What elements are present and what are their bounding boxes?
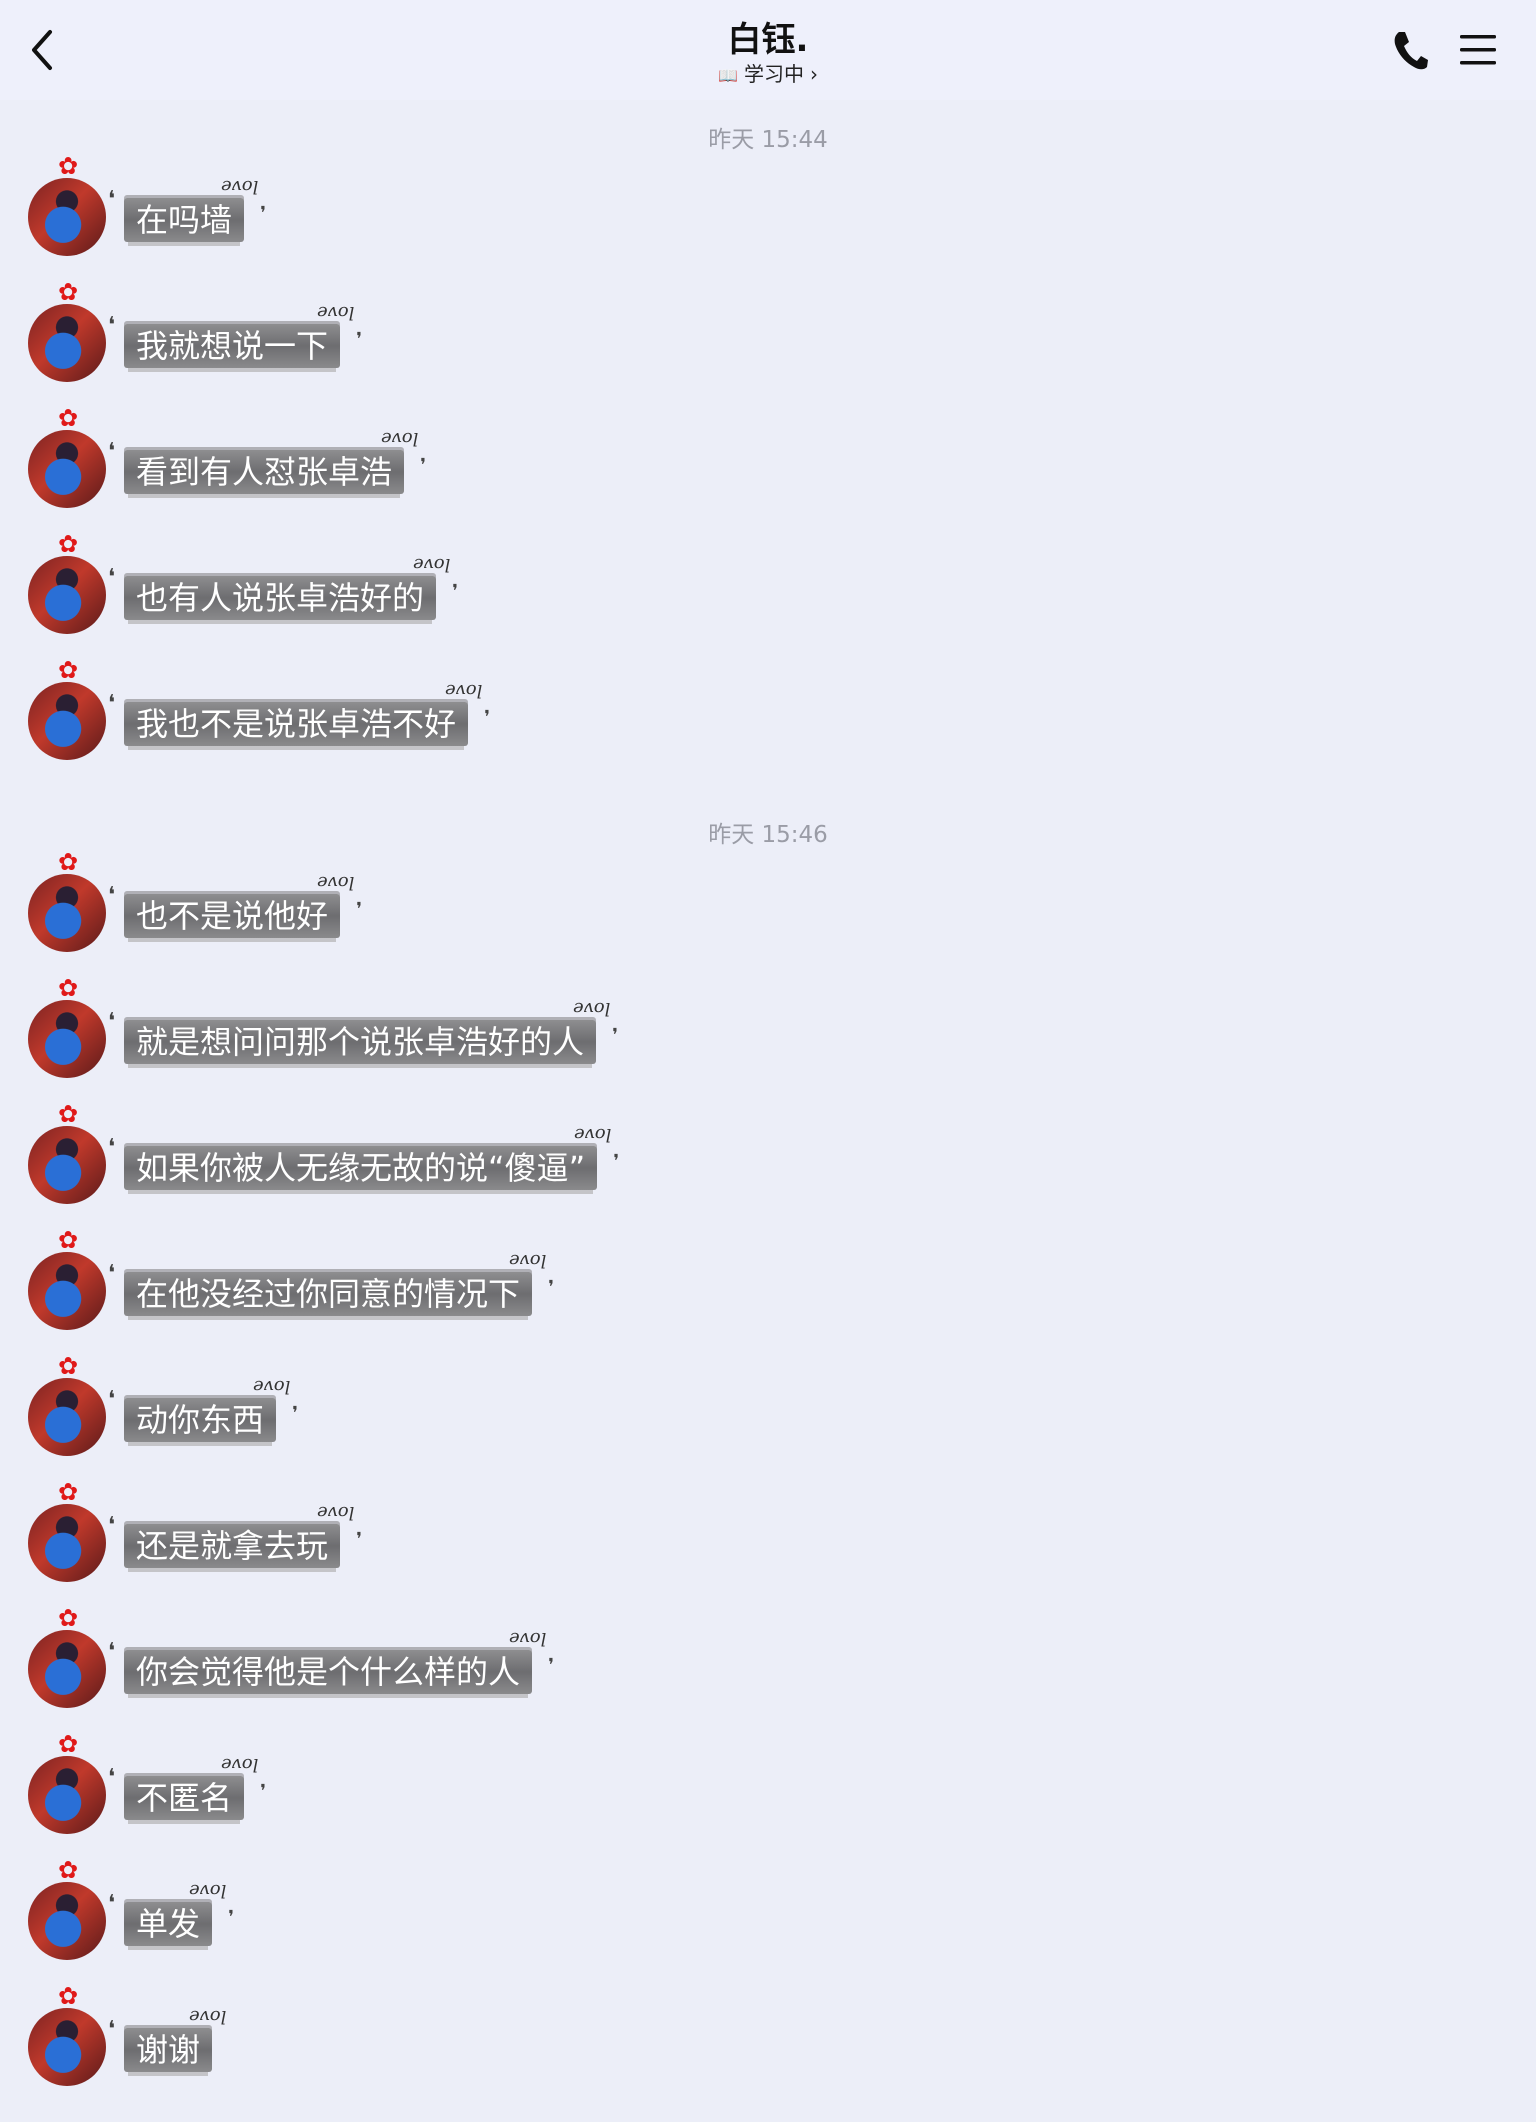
love-decoration: love [316,1502,355,1523]
message-text: 如果你被人无缘无故的说“傻逼” [136,1149,586,1187]
avatar[interactable] [28,682,106,760]
avatar[interactable] [28,1630,106,1708]
message-text: 我就想说一下 [136,327,329,365]
flower-icon: ✿ [58,1982,79,2010]
status-text: 学习中 [743,62,804,86]
love-decoration: love [316,302,355,323]
flower-icon: ✿ [58,1226,79,1254]
message-row: ✿ ❛ 动你东西 love ❜ [24,1352,924,1456]
message-bubble[interactable]: ❛ 动你东西 love ❜ [108,1376,298,1442]
message-bubble[interactable]: ❛ 谢谢 love [108,2006,226,2072]
message-bubble[interactable]: ❛ 我也不是说张卓浩不好 love ❜ [108,680,490,746]
message-row: ✿ ❛ 看到有人怼张卓浩 love ❜ [24,404,924,508]
love-decoration: love [188,1880,227,1901]
menu-icon[interactable] [1458,30,1498,70]
flower-icon: ✿ [58,656,79,684]
flower-icon: ✿ [58,848,79,876]
flower-icon: ✿ [58,152,79,180]
love-decoration: love [573,1124,612,1145]
flower-icon: ✿ [58,1856,79,1884]
message-text: 你会觉得他是个什么样的人 [136,1653,521,1691]
love-decoration: love [220,176,259,197]
love-decoration: love [316,872,355,893]
avatar[interactable] [28,1756,106,1834]
message-text: 在他没经过你同意的情况下 [136,1275,521,1313]
message-text: 也有人说张卓浩好的 [136,579,425,617]
avatar[interactable] [28,1882,106,1960]
message-bubble[interactable]: ❛ 也有人说张卓浩好的 love ❜ [108,554,458,620]
avatar[interactable] [28,1504,106,1582]
message-row: ✿ ❛ 如果你被人无缘无故的说“傻逼” love ❜ [24,1100,924,1204]
love-decoration: love [572,998,611,1019]
message-bubble[interactable]: ❛ 就是想问问那个说张卓浩好的人 love ❜ [108,998,618,1064]
avatar[interactable] [28,874,106,952]
message-bubble[interactable]: ❛ 还是就拿去玩 love ❜ [108,1502,362,1568]
message-row: ✿ ❛ 也不是说他好 love ❜ [24,848,924,952]
message-row: ✿ ❛ 谢谢 love [24,1982,924,2086]
flower-icon: ✿ [58,1730,79,1758]
message-row: ✿ ❛ 不匿名 love ❜ [24,1730,924,1834]
message-row: ✿ ❛ 也有人说张卓浩好的 love ❜ [24,530,924,634]
love-decoration: love [412,554,451,575]
flower-icon: ✿ [58,1100,79,1128]
message-bubble[interactable]: ❛ 我就想说一下 love ❜ [108,302,362,368]
message-row: ✿ ❛ 你会觉得他是个什么样的人 love ❜ [24,1604,924,1708]
phone-icon[interactable] [1390,28,1430,72]
message-row: ✿ ❛ 还是就拿去玩 love ❜ [24,1478,924,1582]
message-row: ✿ ❛ 我就想说一下 love ❜ [24,278,924,382]
message-row: ✿ ❛ 单发 love ❜ [24,1856,924,1960]
message-row: ✿ ❛ 在吗墙 love ❜ [24,152,924,256]
love-decoration: love [188,2006,227,2027]
message-bubble[interactable]: ❛ 你会觉得他是个什么样的人 love ❜ [108,1628,554,1694]
message-row: ✿ ❛ 就是想问问那个说张卓浩好的人 love ❜ [24,974,924,1078]
message-text: 还是就拿去玩 [136,1527,329,1565]
message-bubble[interactable]: ❛ 在他没经过你同意的情况下 love ❜ [108,1250,554,1316]
love-decoration: love [508,1628,547,1649]
contact-status[interactable]: 📖 学习中 › [0,58,1536,87]
contact-name[interactable]: 白钰. [0,12,1536,61]
love-decoration: love [380,428,419,449]
message-text: 看到有人怼张卓浩 [136,453,393,491]
message-row: ✿ ❛ 我也不是说张卓浩不好 love ❜ [24,656,924,760]
avatar[interactable] [28,1378,106,1456]
avatar[interactable] [28,430,106,508]
message-text: 不匿名 [136,1779,233,1817]
flower-icon: ✿ [58,1352,79,1380]
timestamp: 昨天 15:46 [708,822,828,848]
avatar[interactable] [28,1000,106,1078]
message-text: 动你东西 [136,1401,265,1439]
avatar[interactable] [28,556,106,634]
message-bubble[interactable]: ❛ 不匿名 love ❜ [108,1754,266,1820]
message-bubble[interactable]: ❛ 看到有人怼张卓浩 love ❜ [108,428,426,494]
message-row: ✿ ❛ 在他没经过你同意的情况下 love ❜ [24,1226,924,1330]
timestamp: 昨天 15:44 [708,127,828,153]
love-decoration: love [252,1376,291,1397]
love-decoration: love [508,1250,547,1271]
chat-header: 白钰. 📖 学习中 › [0,0,1536,100]
love-decoration: love [220,1754,259,1775]
message-text: 在吗墙 [136,201,233,239]
flower-icon: ✿ [58,1604,79,1632]
avatar[interactable] [28,1252,106,1330]
avatar[interactable] [28,178,106,256]
message-bubble[interactable]: ❛ 在吗墙 love ❜ [108,176,266,242]
flower-icon: ✿ [58,530,79,558]
chevron-right-icon: › [809,62,818,86]
message-bubble[interactable]: ❛ 也不是说他好 love ❜ [108,872,362,938]
avatar[interactable] [28,1126,106,1204]
avatar[interactable] [28,304,106,382]
message-text: 我也不是说张卓浩不好 [136,705,457,743]
message-text: 就是想问问那个说张卓浩好的人 [136,1023,585,1061]
book-icon: 📖 [718,66,738,85]
flower-icon: ✿ [58,404,79,432]
flower-icon: ✿ [58,278,79,306]
message-bubble[interactable]: ❛ 如果你被人无缘无故的说“傻逼” love ❜ [108,1124,619,1190]
love-decoration: love [444,680,483,701]
message-text: 也不是说他好 [136,897,329,935]
flower-icon: ✿ [58,974,79,1002]
flower-icon: ✿ [58,1478,79,1506]
message-bubble[interactable]: ❛ 单发 love ❜ [108,1880,234,1946]
avatar[interactable] [28,2008,106,2086]
